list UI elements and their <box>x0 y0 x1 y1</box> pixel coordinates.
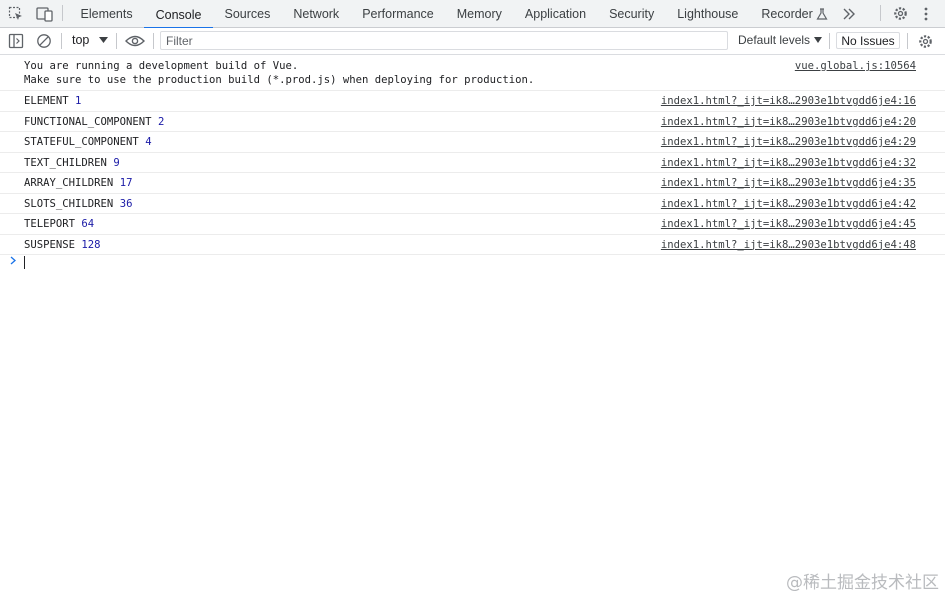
log-value: 4 <box>145 136 152 148</box>
log-value: 1 <box>75 95 82 107</box>
log-message-text-children: TEXT_CHILDREN 9 index1.html?_ijt=ik8…290… <box>0 153 945 173</box>
dropdown-arrow-icon <box>99 37 109 43</box>
console-prompt-chevron-icon <box>10 255 16 268</box>
log-value: 2 <box>157 115 165 128</box>
log-message-slots-children: SLOTS_CHILDREN 36 index1.html?_ijt=ik8…2… <box>0 194 945 214</box>
console-messages: You are running a development build of V… <box>0 55 945 255</box>
log-levels-dropdown[interactable]: Default levels <box>738 33 823 47</box>
issues-label: No Issues <box>841 33 895 48</box>
inspect-element-icon[interactable] <box>8 6 24 22</box>
source-link[interactable]: index1.html?_ijt=ik8…2903e1btvgdd6je4:35 <box>661 177 916 189</box>
toolbar-divider-3 <box>153 33 154 49</box>
tabbar-divider-right <box>880 5 881 21</box>
panel-tabs: Elements Console Sources Network Perform… <box>69 0 832 29</box>
tab-security[interactable]: Security <box>598 0 666 27</box>
vue-dev-warning-message: You are running a development build of V… <box>0 55 945 91</box>
log-message-element: ELEMENT 1 index1.html?_ijt=ik8…2903e1btv… <box>0 91 945 112</box>
source-link[interactable]: index1.html?_ijt=ik8…2903e1btvgdd6je4:48 <box>661 239 916 251</box>
sidebar-toggle-icon[interactable] <box>8 33 24 49</box>
source-link[interactable]: index1.html?_ijt=ik8…2903e1btvgdd6je4:20 <box>661 116 916 128</box>
log-message-array-children: ARRAY_CHILDREN 17 index1.html?_ijt=ik8…2… <box>0 173 945 194</box>
log-value: 17 <box>119 177 133 189</box>
log-value: 128 <box>81 238 101 251</box>
tab-elements[interactable]: Elements <box>69 0 144 27</box>
log-value: 9 <box>113 156 120 169</box>
issues-button[interactable]: No Issues <box>836 32 900 49</box>
log-label: ARRAY_CHILDREN <box>24 177 114 189</box>
device-toolbar-icon[interactable] <box>36 6 54 22</box>
tab-recorder-label: Recorder <box>761 6 813 21</box>
log-levels-label: Default levels <box>738 33 811 47</box>
source-link[interactable]: index1.html?_ijt=ik8…2903e1btvgdd6je4:16 <box>661 95 916 107</box>
tab-application[interactable]: Application <box>513 0 597 27</box>
log-value: 36 <box>119 197 133 210</box>
log-message-suspense: SUSPENSE 128 index1.html?_ijt=ik8…2903e1… <box>0 235 945 255</box>
kebab-menu-icon[interactable] <box>920 6 932 22</box>
tab-console[interactable]: Console <box>144 0 213 29</box>
tabbar-divider <box>62 5 63 21</box>
log-text: SLOTS_CHILDREN 36 <box>24 198 132 210</box>
clear-console-icon[interactable] <box>36 33 52 49</box>
log-label: SUSPENSE <box>24 238 76 251</box>
log-label: SLOTS_CHILDREN <box>24 197 114 210</box>
log-text: STATEFUL_COMPONENT 4 <box>24 136 152 148</box>
levels-dropdown-arrow-icon <box>814 37 823 43</box>
context-selector[interactable]: top <box>72 33 109 47</box>
vue-warning-line1: You are running a development build of V… <box>24 60 299 72</box>
source-link[interactable]: index1.html?_ijt=ik8…2903e1btvgdd6je4:29 <box>661 136 916 148</box>
log-text: ELEMENT 1 <box>24 95 81 107</box>
vue-warning-line2: Make sure to use the production build (*… <box>24 74 535 86</box>
toolbar-divider-2 <box>116 33 117 49</box>
log-value: 64 <box>81 218 95 230</box>
watermark: @稀土掘金技术社区 <box>786 573 939 593</box>
source-link[interactable]: index1.html?_ijt=ik8…2903e1btvgdd6je4:42 <box>661 198 916 210</box>
source-link[interactable]: vue.global.js:10564 <box>795 60 916 72</box>
filter-input[interactable] <box>160 31 728 50</box>
console-settings-gear-icon[interactable] <box>917 33 934 50</box>
log-text: SUSPENSE 128 <box>24 239 101 251</box>
settings-gear-icon[interactable] <box>892 5 909 22</box>
log-label: STATEFUL_COMPONENT <box>24 136 139 148</box>
log-label: TELEPORT <box>24 218 76 230</box>
log-label: ELEMENT <box>24 95 69 107</box>
live-expression-eye-icon[interactable] <box>125 34 145 48</box>
more-tabs-chevron-icon[interactable] <box>841 6 857 22</box>
tab-network[interactable]: Network <box>282 0 351 27</box>
toolbar-divider-4 <box>829 33 830 49</box>
tab-memory[interactable]: Memory <box>445 0 513 27</box>
flask-icon <box>816 7 828 20</box>
toolbar-divider <box>61 33 62 49</box>
source-link[interactable]: index1.html?_ijt=ik8…2903e1btvgdd6je4:32 <box>661 157 916 169</box>
log-label: FUNCTIONAL_COMPONENT <box>24 115 152 128</box>
log-label: TEXT_CHILDREN <box>24 156 107 169</box>
log-message-teleport: TELEPORT 64 index1.html?_ijt=ik8…2903e1b… <box>0 214 945 235</box>
log-text: TEXT_CHILDREN 9 <box>24 157 120 169</box>
log-message-stateful-component: STATEFUL_COMPONENT 4 index1.html?_ijt=ik… <box>0 132 945 153</box>
source-link[interactable]: index1.html?_ijt=ik8…2903e1btvgdd6je4:45 <box>661 218 916 230</box>
tab-lighthouse[interactable]: Lighthouse <box>666 0 750 27</box>
log-text: TELEPORT 64 <box>24 218 94 230</box>
log-text: ARRAY_CHILDREN 17 <box>24 177 132 189</box>
devtools-tabbar: Elements Console Sources Network Perform… <box>0 0 945 29</box>
context-selector-value: top <box>72 33 90 47</box>
log-text: FUNCTIONAL_COMPONENT 2 <box>24 116 164 128</box>
console-toolbar: top Default levels No Issues <box>0 28 945 55</box>
toolbar-divider-5 <box>907 33 908 49</box>
tab-recorder[interactable]: Recorder <box>750 0 832 27</box>
tab-performance[interactable]: Performance <box>351 0 446 27</box>
tab-sources[interactable]: Sources <box>213 0 282 27</box>
console-input-caret[interactable] <box>24 256 25 269</box>
log-message-functional-component: FUNCTIONAL_COMPONENT 2 index1.html?_ijt=… <box>0 112 945 132</box>
